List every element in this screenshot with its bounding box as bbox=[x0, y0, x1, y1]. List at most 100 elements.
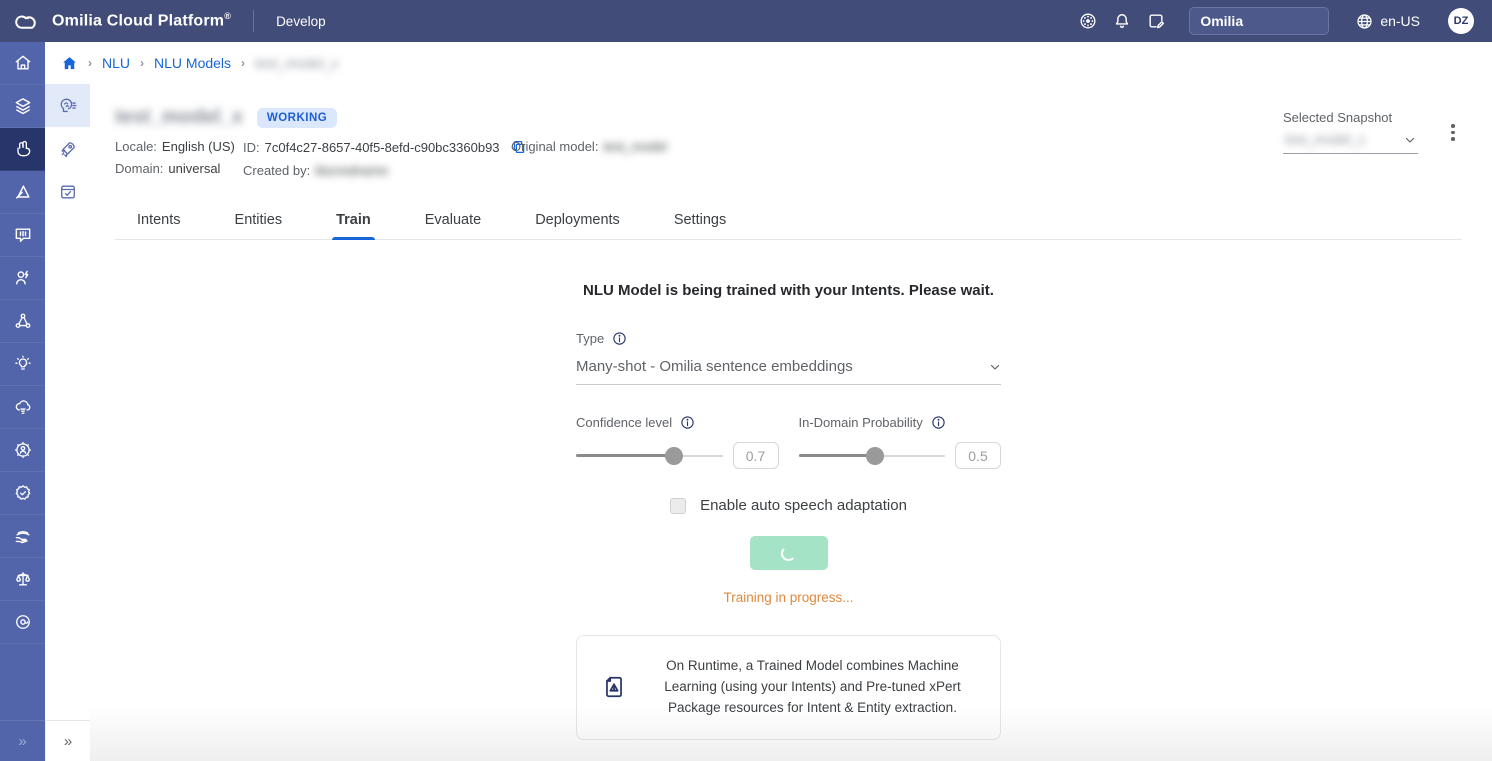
scales-icon bbox=[13, 569, 33, 589]
gear-user-icon bbox=[13, 440, 33, 460]
brand-trademark: ® bbox=[224, 11, 231, 21]
bell-icon bbox=[1112, 11, 1132, 31]
subnav-item-deploy[interactable] bbox=[45, 127, 90, 170]
confidence-field: Confidence level bbox=[576, 415, 779, 469]
snapshot-label: Selected Snapshot bbox=[1283, 110, 1418, 125]
rocket-icon bbox=[58, 139, 78, 159]
breadcrumb-current: test_model_x bbox=[255, 55, 338, 71]
in-domain-field: In-Domain Probability bbox=[799, 415, 1002, 469]
original-model-label: Original model: bbox=[511, 139, 598, 154]
idea-icon bbox=[13, 354, 33, 374]
avatar[interactable]: DZ bbox=[1448, 8, 1474, 34]
notifications-button[interactable] bbox=[1105, 4, 1139, 38]
train-button[interactable] bbox=[750, 536, 828, 570]
breadcrumb-separator: › bbox=[241, 56, 245, 70]
sidebar-item-network[interactable] bbox=[0, 300, 45, 343]
confidence-label: Confidence level bbox=[576, 415, 672, 430]
sidebar-item-cloud-services[interactable] bbox=[0, 386, 45, 429]
sidebar-item-dialogs[interactable] bbox=[0, 214, 45, 257]
sidebar-item-layers[interactable] bbox=[0, 85, 45, 128]
confidence-slider[interactable] bbox=[576, 447, 723, 465]
sidebar-collapse-button[interactable]: » bbox=[0, 720, 45, 761]
auto-speech-checkbox[interactable] bbox=[670, 498, 686, 514]
type-select[interactable]: Many-shot - Omilia sentence embeddings bbox=[576, 358, 1001, 385]
sidebar-item-compliance[interactable] bbox=[0, 558, 45, 601]
snapshot-field: Selected Snapshot test_model_x bbox=[1283, 110, 1418, 178]
tab-entities[interactable]: Entities bbox=[223, 204, 295, 239]
sidebar-item-home[interactable] bbox=[0, 42, 45, 85]
in-domain-value-input[interactable] bbox=[955, 442, 1001, 469]
created-by-label: Created by: bbox=[243, 163, 310, 178]
avatar-initials: DZ bbox=[1454, 15, 1469, 27]
breadcrumb-separator: › bbox=[88, 56, 92, 70]
globe-icon bbox=[1355, 12, 1374, 31]
sidebar-item-agents[interactable] bbox=[0, 257, 45, 300]
spinner-icon bbox=[781, 546, 796, 561]
confidence-value-input[interactable] bbox=[733, 442, 779, 469]
info-icon[interactable] bbox=[931, 415, 946, 430]
id-value: 7c0f4c27-8657-40f5-8efd-c90bc3360b93 bbox=[265, 140, 500, 155]
nlu-icon bbox=[13, 139, 33, 159]
tab-train[interactable]: Train bbox=[324, 204, 383, 239]
sidebar-item-support[interactable] bbox=[0, 601, 45, 644]
layers-icon bbox=[13, 96, 33, 116]
sidebar-item-ideas[interactable] bbox=[0, 343, 45, 386]
tab-settings[interactable]: Settings bbox=[662, 204, 738, 239]
agent-flash-icon bbox=[13, 268, 33, 288]
model-tabs: Intents Entities Train Evaluate Deployme… bbox=[115, 204, 1462, 240]
subnav-item-tasks[interactable] bbox=[45, 170, 90, 213]
cloud-logo-icon bbox=[12, 9, 42, 33]
tasks-icon bbox=[58, 182, 78, 202]
primary-sidebar: » bbox=[0, 42, 45, 761]
in-domain-label: In-Domain Probability bbox=[799, 415, 923, 430]
subnav-collapse-button[interactable]: » bbox=[45, 720, 90, 761]
nav-section-develop[interactable]: Develop bbox=[276, 14, 326, 29]
info-icon[interactable] bbox=[612, 331, 627, 346]
tab-deployments[interactable]: Deployments bbox=[523, 204, 632, 239]
tab-evaluate[interactable]: Evaluate bbox=[413, 204, 493, 239]
breadcrumb-home[interactable] bbox=[61, 55, 78, 72]
badge-check-icon bbox=[13, 483, 33, 503]
sidebar-item-annotate[interactable] bbox=[0, 171, 45, 214]
chevron-down-icon bbox=[989, 361, 1001, 373]
domain-value: universal bbox=[168, 161, 220, 176]
domain-label: Domain: bbox=[115, 161, 163, 176]
hand-serve-icon bbox=[13, 526, 33, 546]
tenant-select-value: Omilia bbox=[1200, 13, 1243, 29]
runtime-info-text: On Runtime, a Trained Model combines Mac… bbox=[643, 656, 982, 719]
tab-intents[interactable]: Intents bbox=[125, 204, 193, 239]
breadcrumb: › NLU › NLU Models › test_model_x bbox=[45, 42, 1492, 84]
locale-selector[interactable]: en-US bbox=[1355, 12, 1420, 31]
sidebar-item-nlu[interactable] bbox=[0, 128, 45, 171]
home-icon bbox=[61, 55, 78, 72]
feedback-button[interactable] bbox=[1139, 4, 1173, 38]
info-icon[interactable] bbox=[680, 415, 695, 430]
sidebar-item-services[interactable] bbox=[0, 515, 45, 558]
sidebar-item-certified[interactable] bbox=[0, 472, 45, 515]
subnav-item-nlu-models[interactable] bbox=[45, 84, 90, 127]
breadcrumb-separator: › bbox=[140, 56, 144, 70]
slider-thumb[interactable] bbox=[665, 447, 683, 465]
runtime-info-card: On Runtime, a Trained Model combines Mac… bbox=[576, 635, 1001, 740]
sidebar-item-admin-users[interactable] bbox=[0, 429, 45, 472]
status-badge: WORKING bbox=[257, 108, 337, 128]
model-header: test_model_x WORKING Locale:English (US)… bbox=[115, 106, 667, 178]
collapse-icon: » bbox=[64, 733, 72, 750]
breadcrumb-link-nlu[interactable]: NLU bbox=[102, 55, 130, 71]
helm-button[interactable] bbox=[1071, 4, 1105, 38]
slider-thumb[interactable] bbox=[866, 447, 884, 465]
main-content: test_model_x WORKING Locale: English (US)… bbox=[90, 84, 1492, 761]
breadcrumb-link-nlu-models[interactable]: NLU Models bbox=[154, 55, 231, 71]
secondary-sidebar: » bbox=[45, 84, 90, 761]
nlu-model-icon bbox=[58, 96, 78, 116]
tenant-select[interactable]: Omilia bbox=[1189, 7, 1329, 35]
type-label: Type bbox=[576, 331, 604, 346]
top-navbar: Omilia Cloud Platform® Develop Omilia bbox=[0, 0, 1492, 42]
in-domain-slider[interactable] bbox=[799, 447, 946, 465]
snapshot-select[interactable]: test_model_x bbox=[1283, 125, 1418, 154]
locale-label: en-US bbox=[1380, 13, 1420, 29]
network-icon bbox=[13, 311, 33, 331]
locale-value: English (US) bbox=[162, 139, 235, 154]
more-actions-button[interactable] bbox=[1444, 110, 1462, 178]
locale-label: Locale: bbox=[115, 139, 157, 154]
